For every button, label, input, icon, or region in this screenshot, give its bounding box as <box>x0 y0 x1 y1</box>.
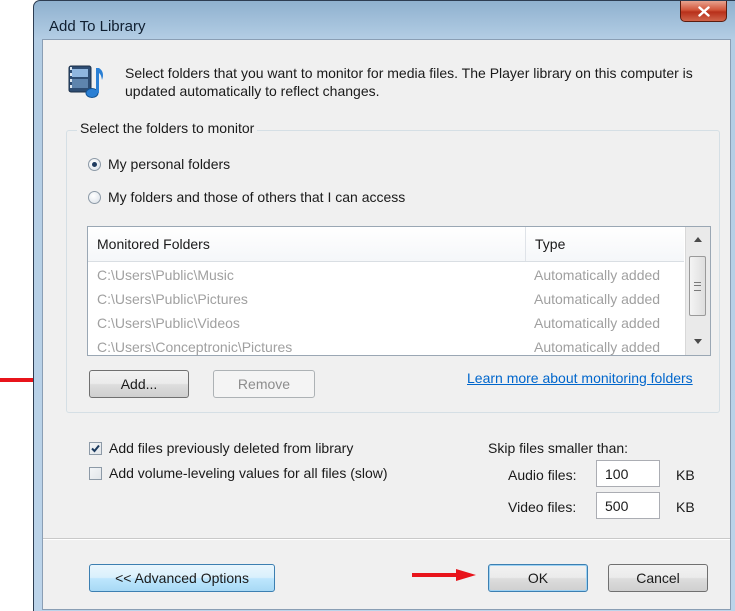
video-unit-label: KB <box>676 499 695 515</box>
arrow-down-icon <box>694 338 702 344</box>
table-row[interactable]: C:\Users\Public\Music Automatically adde… <box>88 263 684 287</box>
table-row[interactable]: C:\Users\Public\Videos Automatically add… <box>88 311 684 335</box>
scroll-thumb[interactable] <box>689 256 706 316</box>
close-button[interactable] <box>680 1 727 22</box>
table-row[interactable]: C:\Users\Conceptronic\Pictures Automatic… <box>88 335 684 355</box>
video-files-label: Video files: <box>508 499 577 515</box>
column-header-type[interactable]: Type <box>525 227 684 261</box>
checkbox-unchecked[interactable] <box>89 466 102 480</box>
radio-button-selected[interactable] <box>88 157 101 171</box>
folder-path: C:\Users\Public\Videos <box>97 315 240 331</box>
column-header-folders[interactable]: Monitored Folders <box>88 227 525 261</box>
header-description: Select folders that you want to monitor … <box>125 65 693 99</box>
folder-path: C:\Users\Conceptronic\Pictures <box>97 339 293 355</box>
folder-type: Automatically added <box>534 291 661 307</box>
annotation-arrow-ok <box>412 569 476 581</box>
folder-path: C:\Users\Public\Pictures <box>97 291 248 307</box>
scroll-up-button[interactable] <box>686 229 710 249</box>
advanced-options-button[interactable]: << Advanced Options <box>89 564 275 592</box>
video-size-input[interactable] <box>596 492 660 519</box>
vertical-scrollbar[interactable] <box>685 227 710 355</box>
title-bar[interactable]: Add To Library <box>34 1 735 39</box>
media-library-icon <box>68 65 103 98</box>
close-icon <box>697 5 710 17</box>
folder-type: Automatically added <box>534 339 661 355</box>
checkbox-label: Add files previously deleted from librar… <box>109 440 354 456</box>
skip-files-label: Skip files smaller than: <box>488 440 629 456</box>
folder-type: Automatically added <box>534 315 661 331</box>
learn-more-link[interactable]: Learn more about monitoring folders <box>467 370 693 386</box>
folder-type: Automatically added <box>534 267 661 283</box>
radio-label: My personal folders <box>108 156 231 172</box>
scroll-down-button[interactable] <box>686 331 710 351</box>
audio-size-input[interactable] <box>596 460 660 487</box>
radio-label: My folders and those of others that I ca… <box>108 189 406 205</box>
checkbox-add-deleted[interactable]: Add files previously deleted from librar… <box>89 440 353 456</box>
radio-personal-folders[interactable]: My personal folders <box>88 156 230 172</box>
list-header: Monitored Folders Type <box>88 227 684 262</box>
checkmark-icon <box>91 444 100 452</box>
separator <box>43 538 730 540</box>
dialog-window: Add To Library Select folders that you w… <box>33 0 735 611</box>
cancel-button[interactable]: Cancel <box>608 564 708 592</box>
radio-button[interactable] <box>88 190 101 204</box>
folder-path: C:\Users\Public\Music <box>97 267 234 283</box>
arrow-up-icon <box>694 236 702 242</box>
table-row[interactable]: C:\Users\Public\Pictures Automatically a… <box>88 287 684 311</box>
checkbox-volume-leveling[interactable]: Add volume-leveling values for all files… <box>89 465 388 481</box>
radio-all-folders[interactable]: My folders and those of others that I ca… <box>88 189 405 205</box>
audio-unit-label: KB <box>676 467 695 483</box>
grip-icon <box>694 281 701 291</box>
monitored-folders-list[interactable]: Monitored Folders Type C:\Users\Public\M… <box>87 226 711 356</box>
add-button[interactable]: Add... <box>89 370 189 398</box>
checkbox-label: Add volume-leveling values for all files… <box>109 465 388 481</box>
ok-button[interactable]: OK <box>488 564 588 592</box>
checkbox-checked[interactable] <box>89 441 102 455</box>
window-title: Add To Library <box>49 18 146 35</box>
remove-button[interactable]: Remove <box>213 370 315 398</box>
dialog-client-area: Select folders that you want to monitor … <box>42 39 731 610</box>
group-legend: Select the folders to monitor <box>77 120 258 136</box>
audio-files-label: Audio files: <box>508 467 577 483</box>
